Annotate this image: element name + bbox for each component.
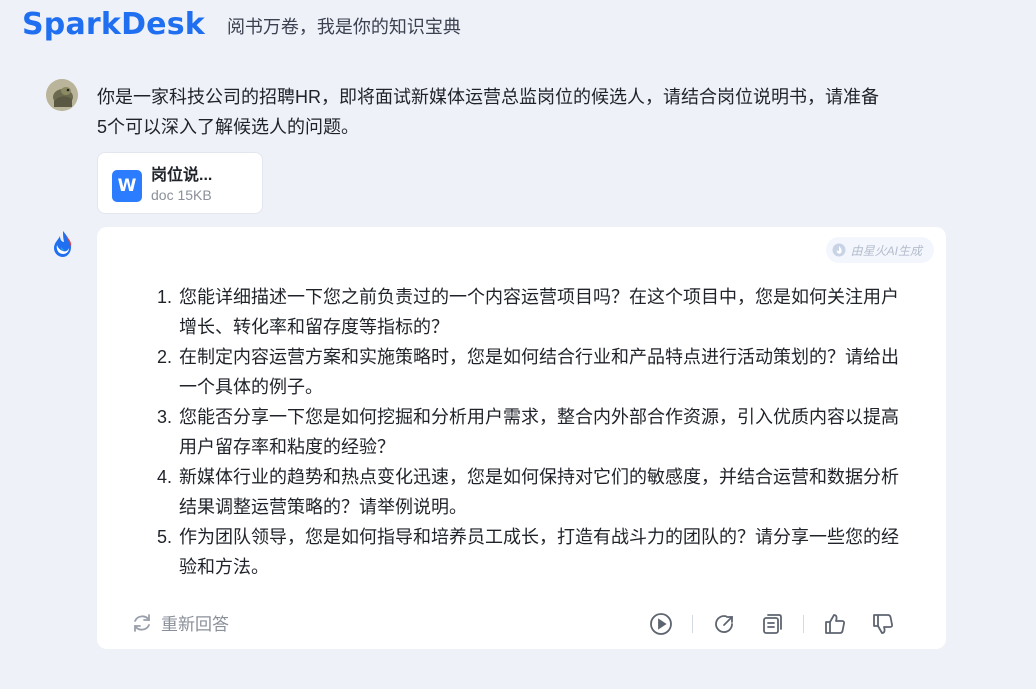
spark-flame-icon [46,228,80,262]
regenerate-button[interactable]: 重新回答 [131,610,229,635]
share-button[interactable] [711,611,737,637]
user-avatar [46,79,78,111]
list-item: 3. 您能否分享一下您是如何挖掘和分析用户需求，整合内外部合作资源，引入优质内容… [157,402,907,462]
item-number: 5. [157,527,173,547]
item-number: 2. [157,347,173,367]
ai-badge-label: 由星火AI生成 [850,243,922,258]
attachment-meta: doc 15KB [151,187,212,203]
item-text: 作为团队领导，您是如何指导和培养员工成长，打造有战斗力的团队的？请分享一些您的经… [179,527,899,577]
copy-icon [763,614,782,634]
list-item: 4. 新媒体行业的趋势和热点变化迅速，您是如何保持对它们的敏感度，并结合运营和数… [157,462,907,522]
word-file-icon: W [112,170,142,202]
item-number: 4. [157,467,173,487]
item-number: 1. [157,287,173,307]
answer-card: 由星火AI生成 1. 您能详细描述一下您之前负责过的一个内容运营项目吗？在这个项… [97,227,946,649]
divider [692,615,693,633]
like-button[interactable] [822,611,848,637]
dislike-button[interactable] [870,611,896,637]
attachment-name: 岗位说... [151,167,213,184]
list-item: 5. 作为团队领导，您是如何指导和培养员工成长，打造有战斗力的团队的？请分享一些… [157,522,907,582]
thumbs-up-icon [825,614,845,634]
item-number: 3. [157,407,173,427]
ai-generated-badge: 由星火AI生成 [825,237,934,263]
header: SparkDesk 阅书万卷，我是你的知识宝典 [22,4,461,44]
refresh-icon [134,613,150,632]
spark-mini-icon [832,243,846,257]
item-text: 您能详细描述一下您之前负责过的一个内容运营项目吗？在这个项目中，您是如何关注用户… [179,287,899,337]
thumbs-down-icon [873,614,893,634]
slogan: 阅书万卷，我是你的知识宝典 [226,16,461,37]
play-button[interactable] [648,611,674,637]
list-item: 1. 您能详细描述一下您之前负责过的一个内容运营项目吗？在这个项目中，您是如何关… [157,282,907,342]
copy-button[interactable] [759,611,785,637]
brand-logo[interactable]: SparkDesk [22,7,205,42]
answer-toolbar [648,610,896,638]
question-list: 1. 您能详细描述一下您之前负责过的一个内容运营项目吗？在这个项目中，您是如何关… [157,282,907,582]
list-item: 2. 在制定内容运营方案和实施策略时，您是如何结合行业和产品特点进行活动策划的？… [157,342,907,402]
item-text: 您能否分享一下您是如何挖掘和分析用户需求，整合内外部合作资源，引入优质内容以提高… [179,407,899,457]
regenerate-label: 重新回答 [161,615,229,634]
play-icon [650,613,672,635]
attachment-card[interactable]: W 岗位说... doc 15KB [97,152,263,214]
item-text: 新媒体行业的趋势和热点变化迅速，您是如何保持对它们的敏感度，并结合运营和数据分析… [179,467,899,517]
user-message-text: 你是一家科技公司的招聘HR，即将面试新媒体运营总监岗位的候选人，请结合岗位说明书… [97,87,879,137]
divider [803,615,804,633]
item-text: 在制定内容运营方案和实施策略时，您是如何结合行业和产品特点进行活动策划的？请给出… [179,347,899,397]
share-icon [715,615,733,633]
